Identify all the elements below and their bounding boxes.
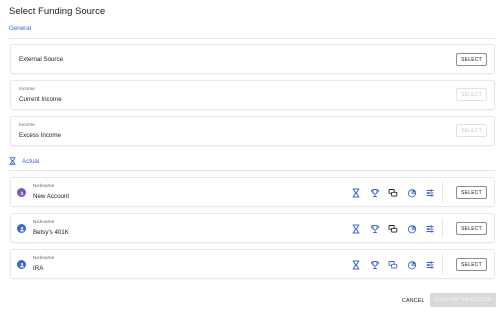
trophy-icon[interactable] <box>370 260 380 270</box>
chat-icon[interactable] <box>388 224 398 234</box>
actual-divider <box>9 170 495 171</box>
card-subtitle: Income <box>19 87 35 92</box>
card-subtitle: Nickname <box>33 184 55 189</box>
hourglass-icon[interactable] <box>351 224 361 234</box>
card-subtitle: Nickname <box>33 220 55 225</box>
pie-chart-icon[interactable] <box>407 188 417 198</box>
card-name: IRA <box>33 265 44 272</box>
funding-card-current-income: Income Current Income SELECT <box>10 80 495 110</box>
account-card-ira: Nickname IRA SELECT <box>10 249 495 279</box>
dialog-title: Select Funding Source <box>9 6 106 17</box>
hourglass-icon[interactable] <box>351 188 361 198</box>
hourglass-icon[interactable] <box>351 260 361 270</box>
trophy-icon[interactable] <box>370 224 380 234</box>
pie-chart-icon[interactable] <box>407 224 417 234</box>
account-card-new-account: $ Nickname New Account SELECT <box>10 177 495 207</box>
chat-icon[interactable] <box>388 188 398 198</box>
select-button[interactable]: SELECT <box>456 258 487 271</box>
account-toolbar <box>351 224 435 234</box>
general-divider <box>9 38 495 39</box>
person-icon <box>17 224 26 233</box>
section-label-actual: Actual <box>22 157 40 165</box>
dollar-icon: $ <box>17 188 26 197</box>
card-name: Current Income <box>19 96 62 103</box>
card-divider <box>442 218 443 238</box>
hourglass-icon <box>9 157 16 165</box>
card-divider <box>442 254 443 274</box>
select-button[interactable]: SELECT <box>456 53 487 66</box>
chat-icon[interactable] <box>388 260 398 270</box>
confirm-selection-button[interactable]: CONFIRM SELECTION <box>430 293 496 307</box>
select-button[interactable]: SELECT <box>456 222 487 235</box>
card-name: External Source <box>19 56 64 63</box>
card-name: New Account <box>33 193 70 200</box>
card-subtitle: Nickname <box>33 256 55 261</box>
funding-card-excess-income: Income Excess Income SELECT <box>10 116 495 146</box>
card-name: Betsy's 401K <box>33 229 69 236</box>
person-icon <box>17 260 26 269</box>
select-button[interactable]: SELECT <box>456 124 487 137</box>
account-card-betsys-401k: Nickname Betsy's 401K SELECT <box>10 213 495 243</box>
select-button[interactable]: SELECT <box>456 186 487 199</box>
sliders-icon[interactable] <box>425 260 435 270</box>
account-toolbar <box>351 188 435 198</box>
trophy-icon[interactable] <box>370 188 380 198</box>
section-label-general: General <box>9 25 32 32</box>
svg-text:$: $ <box>20 190 23 195</box>
card-divider <box>442 182 443 202</box>
select-button[interactable]: SELECT <box>456 88 487 101</box>
pie-chart-icon[interactable] <box>407 260 417 270</box>
section-header-actual: Actual <box>9 157 39 165</box>
account-toolbar <box>351 260 435 270</box>
card-name: Excess Income <box>19 132 61 139</box>
funding-card-external-source: External Source SELECT <box>10 44 495 74</box>
sliders-icon[interactable] <box>425 188 435 198</box>
cancel-button[interactable]: CANCEL <box>402 298 425 304</box>
sliders-icon[interactable] <box>425 224 435 234</box>
card-subtitle: Income <box>19 123 35 128</box>
